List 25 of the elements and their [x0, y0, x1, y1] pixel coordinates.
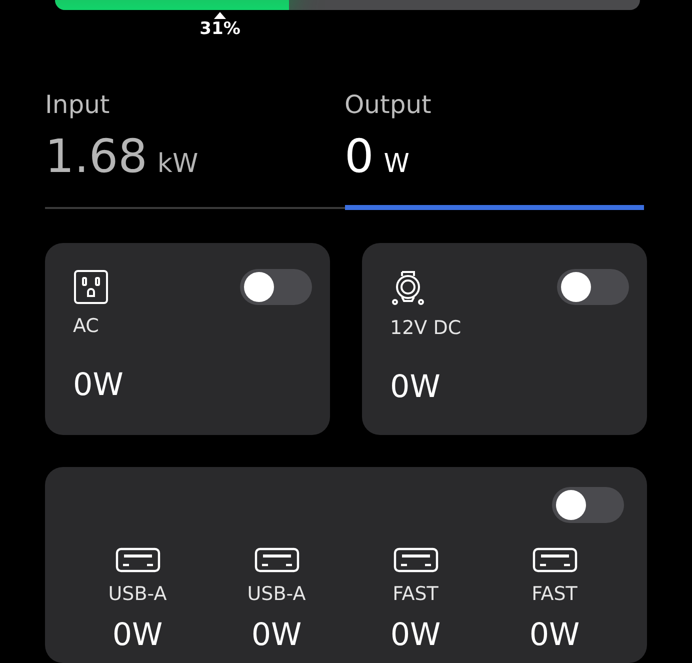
port-label: 12V DC — [390, 317, 462, 339]
port-power: 0W — [390, 369, 442, 405]
port-power: 0W — [390, 617, 441, 653]
port-label: AC — [73, 315, 100, 337]
triangle-icon — [214, 12, 226, 19]
port-power: 0W — [529, 617, 580, 653]
port-label: USB-A — [108, 583, 167, 605]
outlet-icon — [73, 269, 109, 305]
port-power: 0W — [112, 617, 163, 653]
port-power: 0W — [251, 617, 302, 653]
usb-port-icon — [114, 547, 160, 573]
usb-port-icon — [532, 547, 578, 573]
toggle-switch[interactable] — [557, 269, 629, 305]
toggle-switch[interactable] — [552, 487, 624, 523]
port-label: USB-A — [247, 583, 306, 605]
usb-port-icon — [392, 547, 438, 573]
battery-percent: 31% — [200, 19, 240, 39]
toggle-switch[interactable] — [240, 269, 312, 305]
power-tab[interactable]: Output 0 W — [344, 90, 644, 210]
usb-port-icon — [254, 547, 300, 573]
socket-icon — [390, 269, 426, 307]
port-power: 0W — [73, 367, 124, 403]
port-label: FAST — [532, 583, 578, 605]
power-tab[interactable]: Input 1.68 kW — [45, 90, 344, 210]
port-label: FAST — [392, 583, 438, 605]
